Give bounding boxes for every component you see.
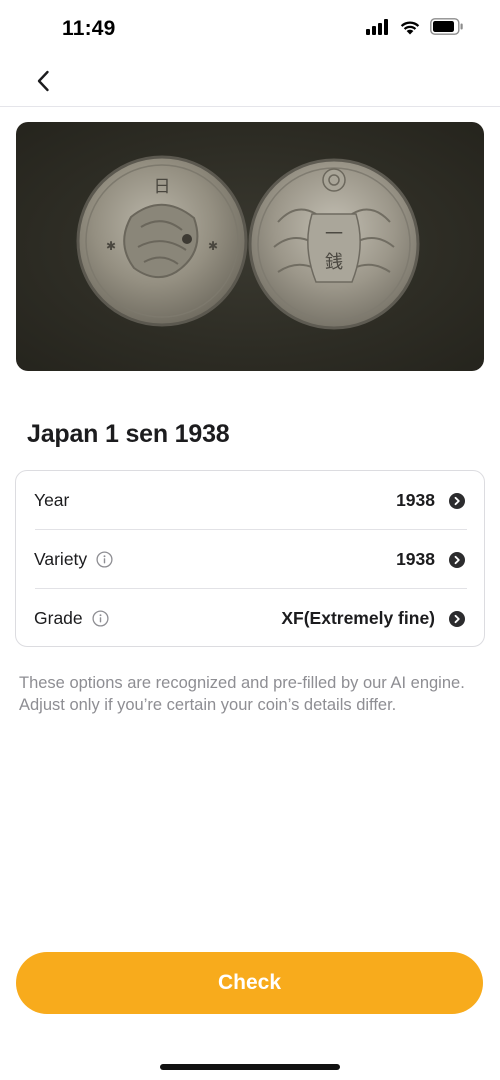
chevron-right-circle-icon [449,610,465,627]
check-button[interactable]: Check [16,952,483,1014]
detail-label-grade-text: Grade [34,608,83,628]
detail-row-year[interactable]: Year 1938 [16,471,484,530]
detail-value-year: 1938 [396,490,435,510]
nav-bar [0,58,500,107]
details-card: Year 1938 Variety 1938 Grade XF(Extremel… [15,470,485,647]
svg-text:✱: ✱ [106,239,116,253]
chevron-right-circle-icon [449,551,465,568]
back-button[interactable] [28,66,58,96]
detail-label-year: Year [34,490,69,511]
detail-row-variety[interactable]: Variety 1938 [16,530,484,589]
detail-label-grade: Grade [34,608,109,629]
status-icons [366,18,464,35]
detail-value-grade: XF(Extremely fine) [281,608,435,628]
wifi-icon [400,20,420,34]
chevron-left-icon [37,70,49,92]
info-icon[interactable] [92,610,109,627]
coin-image: 日 ✱ ✱ 一 銭 [76,155,420,330]
home-indicator[interactable] [160,1064,340,1070]
cellular-signal-icon [366,18,388,35]
status-time: 11:49 [62,17,116,40]
coin-obverse: 日 ✱ ✱ [76,155,248,327]
chevron-right-circle-icon [449,492,465,509]
detail-value-variety: 1938 [396,549,435,569]
status-bar: 11:49 [0,0,500,58]
detail-row-grade[interactable]: Grade XF(Extremely fine) [16,589,484,648]
coin-details-screen: 11:49 日 ✱ ✱ 一 銭 Japan 1 sen 1938 Year 19… [0,0,500,1080]
svg-text:✱: ✱ [208,239,218,253]
svg-text:日: 日 [154,177,171,197]
svg-text:一: 一 [325,224,343,245]
detail-label-variety-text: Variety [34,549,88,569]
detail-label-year-text: Year [34,490,70,510]
detail-label-variety: Variety [34,549,113,570]
info-icon[interactable] [96,551,113,568]
svg-text:銭: 銭 [325,252,343,273]
coin-photo: 日 ✱ ✱ 一 銭 [16,122,484,371]
helper-text: These options are recognized and pre-fil… [19,674,465,714]
battery-icon [430,18,463,35]
coin-reverse: 一 銭 [248,158,420,330]
coin-title: Japan 1 sen 1938 [27,420,230,448]
